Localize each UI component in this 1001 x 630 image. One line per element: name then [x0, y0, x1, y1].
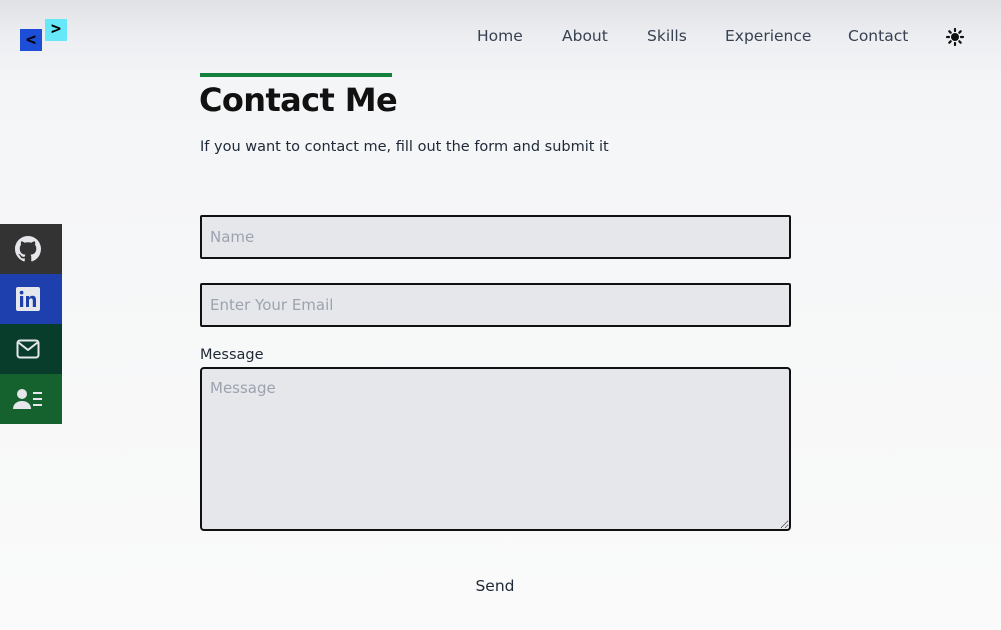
page-subtitle: If you want to contact me, fill out the …	[200, 139, 609, 155]
linkedin-link[interactable]	[0, 274, 62, 324]
send-button[interactable]: Send	[455, 572, 535, 600]
site-header: < > Home About Skills Experience Contact	[0, 0, 1001, 74]
resume-icon	[13, 389, 42, 409]
linkedin-icon	[16, 287, 40, 311]
email-input[interactable]	[200, 283, 791, 327]
sun-icon[interactable]	[945, 27, 965, 47]
email-link[interactable]	[0, 324, 62, 374]
message-label: Message	[200, 347, 264, 363]
nav-home[interactable]: Home	[477, 26, 523, 46]
main-nav: Home About Skills Experience Contact	[0, 26, 1001, 48]
social-sidebar	[0, 224, 62, 424]
name-input[interactable]	[200, 215, 791, 259]
mail-icon	[16, 339, 40, 359]
github-icon	[15, 236, 41, 262]
github-link[interactable]	[0, 224, 62, 274]
nav-about[interactable]: About	[562, 26, 608, 46]
resume-link[interactable]	[0, 374, 62, 424]
nav-skills[interactable]: Skills	[647, 26, 687, 46]
nav-experience[interactable]: Experience	[725, 26, 811, 46]
nav-contact[interactable]: Contact	[848, 26, 908, 46]
page-title: Contact Me	[199, 81, 398, 119]
title-underline	[200, 73, 392, 77]
message-textarea[interactable]	[200, 367, 791, 531]
